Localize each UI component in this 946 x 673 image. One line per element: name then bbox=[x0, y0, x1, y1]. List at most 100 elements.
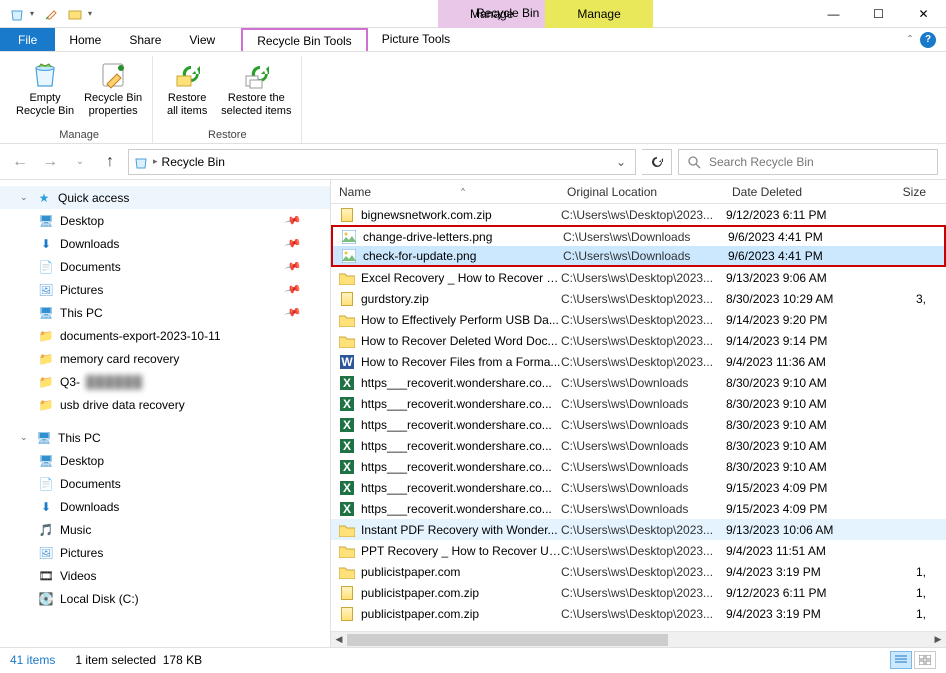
navigation-pane[interactable]: ⌄ ★ Quick access 🖥 Desktop 📌 ⬇ Downloads… bbox=[0, 180, 331, 647]
minimize-button[interactable]: — bbox=[811, 0, 856, 28]
nav-docs-export[interactable]: 📁 documents-export-2023-10-11 bbox=[0, 324, 330, 347]
column-date-deleted[interactable]: Date Deleted bbox=[724, 185, 882, 199]
qat-new-folder-icon[interactable] bbox=[64, 3, 86, 25]
file-row[interactable]: Xhttps___recoverit.wondershare.co...C:\U… bbox=[331, 498, 946, 519]
file-row[interactable]: PPT Recovery _ How to Recover Un...C:\Us… bbox=[331, 540, 946, 561]
help-icon[interactable]: ? bbox=[920, 32, 936, 48]
file-size: 3, bbox=[884, 292, 946, 306]
folder-icon: 📁 bbox=[38, 328, 54, 344]
view-large-icons-button[interactable] bbox=[914, 651, 936, 669]
nav-tp-localdisk[interactable]: 💽 Local Disk (C:) bbox=[0, 587, 330, 610]
tab-share[interactable]: Share bbox=[115, 28, 175, 51]
file-original-location: C:\Users\ws\Downloads bbox=[561, 397, 726, 411]
tab-home[interactable]: Home bbox=[55, 28, 115, 51]
nav-q3[interactable]: 📁 Q3- ██████ bbox=[0, 370, 330, 393]
contextual-tab-picture[interactable]: Manage bbox=[545, 0, 652, 28]
nav-recent-button[interactable]: ⌄ bbox=[68, 150, 92, 174]
restore-selected-button[interactable]: Restore the selected items bbox=[217, 56, 295, 127]
nav-usb-drive[interactable]: 📁 usb drive data recovery bbox=[0, 393, 330, 416]
chevron-down-icon[interactable]: ⌄ bbox=[20, 432, 30, 443]
nav-downloads[interactable]: ⬇ Downloads 📌 bbox=[0, 232, 330, 255]
empty-recycle-bin-button[interactable]: Empty Recycle Bin bbox=[12, 56, 78, 127]
close-button[interactable]: ✕ bbox=[901, 0, 946, 28]
nav-tp-videos[interactable]: 🎞 Videos bbox=[0, 564, 330, 587]
nav-label: memory card recovery bbox=[60, 352, 179, 366]
breadcrumb-location[interactable]: Recycle Bin bbox=[162, 155, 225, 169]
file-list[interactable]: bignewsnetwork.com.zipC:\Users\ws\Deskto… bbox=[331, 204, 946, 631]
file-name: https___recoverit.wondershare.co... bbox=[361, 502, 561, 516]
tab-file[interactable]: File bbox=[0, 28, 55, 51]
file-row[interactable]: Xhttps___recoverit.wondershare.co...C:\U… bbox=[331, 435, 946, 456]
chevron-down-icon[interactable]: ⌄ bbox=[20, 192, 30, 203]
file-row[interactable]: bignewsnetwork.com.zipC:\Users\ws\Deskto… bbox=[331, 204, 946, 225]
nav-forward-button[interactable]: → bbox=[38, 150, 62, 174]
nav-back-button[interactable]: ← bbox=[8, 150, 32, 174]
recycle-bin-properties-button[interactable]: Recycle Bin properties bbox=[80, 56, 146, 127]
file-row[interactable]: How to Recover Deleted Word Doc...C:\Use… bbox=[331, 330, 946, 351]
file-row[interactable]: Xhttps___recoverit.wondershare.co...C:\U… bbox=[331, 372, 946, 393]
file-row[interactable]: check-for-update.pngC:\Users\ws\Download… bbox=[331, 246, 946, 267]
file-row[interactable]: Xhttps___recoverit.wondershare.co...C:\U… bbox=[331, 477, 946, 498]
nav-tp-music[interactable]: 🎵 Music bbox=[0, 518, 330, 541]
refresh-button[interactable] bbox=[642, 149, 672, 175]
view-details-button[interactable] bbox=[890, 651, 912, 669]
svg-text:X: X bbox=[343, 376, 351, 390]
restore-selected-icon bbox=[240, 58, 272, 90]
ribbon-collapse-icon[interactable]: ˆ bbox=[908, 33, 912, 47]
nav-tp-documents[interactable]: 📄 Documents bbox=[0, 472, 330, 495]
nav-label: Quick access bbox=[58, 191, 129, 205]
file-row[interactable]: Instant PDF Recovery with Wonder...C:\Us… bbox=[331, 519, 946, 540]
nav-quick-access[interactable]: ⌄ ★ Quick access bbox=[0, 186, 330, 209]
horizontal-scrollbar[interactable]: ◀ ▶ bbox=[331, 631, 946, 647]
address-dropdown-icon[interactable]: ⌄ bbox=[611, 155, 631, 169]
search-input[interactable]: Search Recycle Bin bbox=[678, 149, 938, 175]
qat-properties-icon[interactable] bbox=[40, 3, 62, 25]
file-row[interactable]: gurdstory.zipC:\Users\ws\Desktop\2023...… bbox=[331, 288, 946, 309]
file-row[interactable]: publicistpaper.com.zipC:\Users\ws\Deskto… bbox=[331, 582, 946, 603]
file-row[interactable]: change-drive-letters.pngC:\Users\ws\Down… bbox=[331, 225, 946, 246]
file-row[interactable]: Xhttps___recoverit.wondershare.co...C:\U… bbox=[331, 456, 946, 477]
file-row[interactable]: Xhttps___recoverit.wondershare.co...C:\U… bbox=[331, 414, 946, 435]
scroll-left-icon[interactable]: ◀ bbox=[331, 632, 347, 648]
scroll-right-icon[interactable]: ▶ bbox=[930, 632, 946, 648]
ribbon-help-area: ˆ ? bbox=[908, 28, 946, 51]
maximize-button[interactable]: ☐ bbox=[856, 0, 901, 28]
column-original-location[interactable]: Original Location bbox=[559, 185, 724, 199]
column-size[interactable]: Size bbox=[882, 185, 946, 199]
file-name: publicistpaper.com.zip bbox=[361, 607, 561, 621]
nav-memory-card[interactable]: 📁 memory card recovery bbox=[0, 347, 330, 370]
scrollbar-thumb[interactable] bbox=[347, 634, 668, 646]
file-row[interactable]: Excel Recovery _ How to Recover U...C:\U… bbox=[331, 267, 946, 288]
file-type-icon bbox=[339, 291, 355, 307]
downloads-icon: ⬇ bbox=[38, 236, 54, 252]
nav-this-pc-pinned[interactable]: 🖥 This PC 📌 bbox=[0, 301, 330, 324]
file-row[interactable]: publicistpaper.comC:\Users\ws\Desktop\20… bbox=[331, 561, 946, 582]
column-name[interactable]: Name ^ bbox=[331, 185, 559, 199]
nav-up-button[interactable]: ↑ bbox=[98, 150, 122, 174]
file-row[interactable]: How to Effectively Perform USB Da...C:\U… bbox=[331, 309, 946, 330]
tab-picture-tools[interactable]: Picture Tools bbox=[368, 28, 464, 51]
qat-recycle-icon[interactable] bbox=[6, 3, 28, 25]
tab-view[interactable]: View bbox=[175, 28, 229, 51]
file-type-icon: X bbox=[339, 459, 355, 475]
documents-icon: 📄 bbox=[38, 259, 54, 275]
scrollbar-track[interactable] bbox=[347, 634, 930, 646]
nav-tp-downloads[interactable]: ⬇ Downloads bbox=[0, 495, 330, 518]
qat-overflow-icon[interactable]: ▾ bbox=[88, 9, 96, 18]
nav-tp-desktop[interactable]: 🖥 Desktop bbox=[0, 449, 330, 472]
nav-tp-pictures[interactable]: 🖼 Pictures bbox=[0, 541, 330, 564]
nav-pictures[interactable]: 🖼 Pictures 📌 bbox=[0, 278, 330, 301]
file-row[interactable]: publicistpaper.com.zipC:\Users\ws\Deskto… bbox=[331, 603, 946, 624]
file-type-icon: X bbox=[339, 438, 355, 454]
restore-all-button[interactable]: Restore all items bbox=[159, 56, 215, 127]
file-original-location: C:\Users\ws\Downloads bbox=[563, 230, 728, 244]
status-bar: 41 items 1 item selected 178 KB bbox=[0, 647, 946, 671]
file-row[interactable]: Xhttps___recoverit.wondershare.co...C:\U… bbox=[331, 393, 946, 414]
tab-recycle-bin-tools[interactable]: Recycle Bin Tools bbox=[241, 28, 368, 51]
file-row[interactable]: WHow to Recover Files from a Forma...C:\… bbox=[331, 351, 946, 372]
nav-documents[interactable]: 📄 Documents 📌 bbox=[0, 255, 330, 278]
address-bar[interactable]: ▸ Recycle Bin ⌄ bbox=[128, 149, 636, 175]
nav-this-pc[interactable]: ⌄ 🖥 This PC bbox=[0, 426, 330, 449]
nav-desktop[interactable]: 🖥 Desktop 📌 bbox=[0, 209, 330, 232]
chevron-down-icon[interactable]: ▾ bbox=[30, 9, 38, 18]
